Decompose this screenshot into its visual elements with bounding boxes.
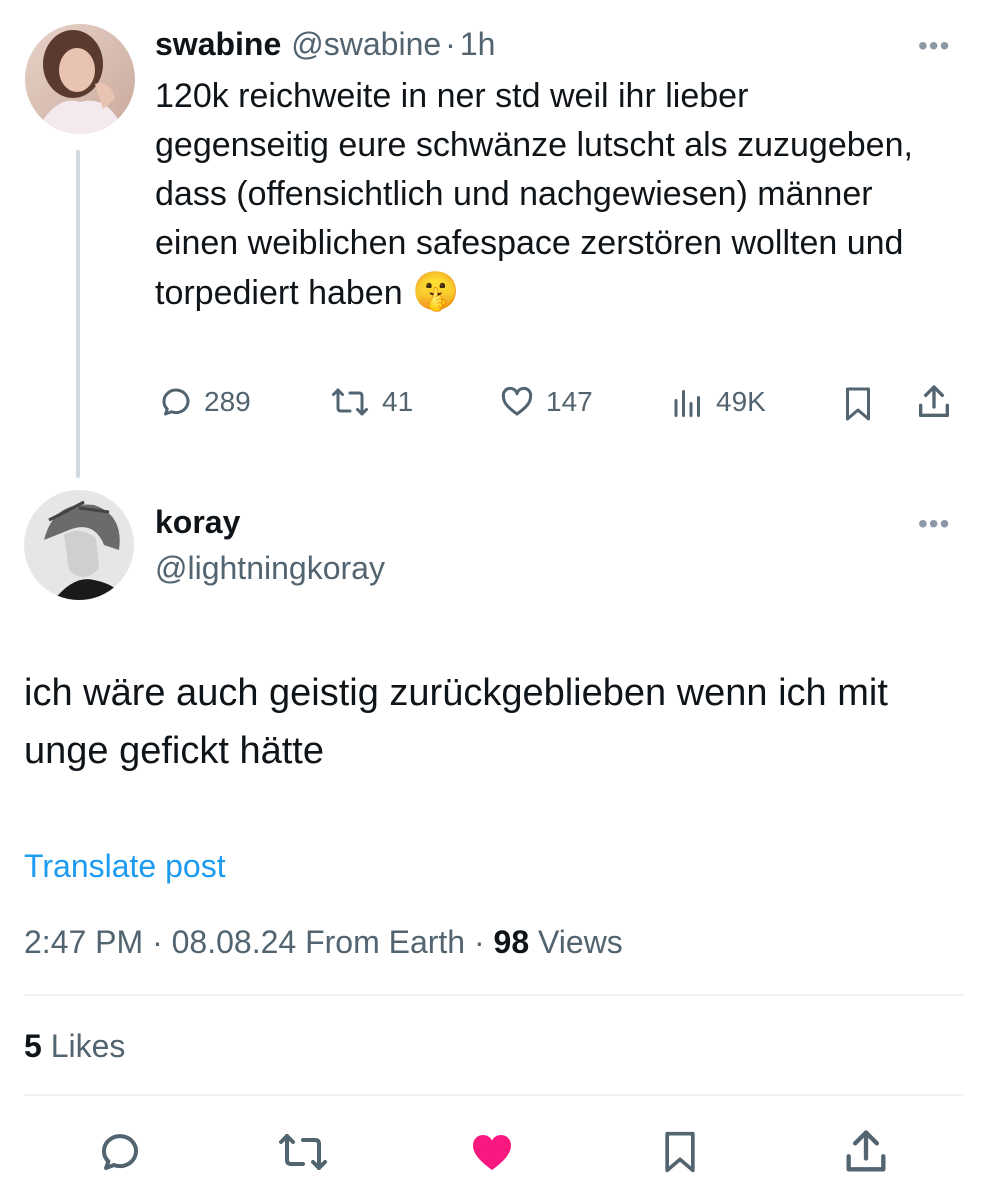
repost-count: 41 — [382, 386, 414, 417]
share-icon[interactable] — [914, 382, 954, 422]
parent-tweet-header: swabine @swabine · 1h — [155, 26, 495, 63]
reply-action[interactable]: 289 — [158, 384, 251, 420]
likes-summary[interactable]: 5 Likes — [24, 1028, 125, 1065]
meta-separator-1: · — [152, 924, 163, 960]
meta-time[interactable]: 2:47 PM — [24, 924, 143, 960]
bookmark-icon[interactable] — [840, 384, 876, 424]
parent-tweet-text: 120k reichweite in ner std weil ihr lieb… — [155, 72, 915, 318]
meta-source: From Earth — [305, 924, 466, 960]
reply-icon — [162, 388, 190, 416]
reply-author-handle[interactable]: @lightningkoray — [155, 550, 385, 587]
views-icon — [674, 390, 700, 417]
like-icon-filled[interactable] — [466, 1128, 518, 1176]
header-separator: · — [445, 26, 456, 62]
translate-post-link[interactable]: Translate post — [24, 848, 226, 885]
share-icon[interactable] — [840, 1126, 892, 1178]
thread-line — [76, 150, 80, 478]
views-count: 49K — [716, 386, 766, 417]
parent-timestamp[interactable]: 1h — [460, 26, 496, 63]
repost-icon[interactable] — [274, 1128, 332, 1176]
views-action[interactable]: 49K — [670, 384, 766, 420]
like-count: 147 — [546, 386, 593, 417]
repost-icon — [332, 388, 368, 416]
swabine-avatar[interactable] — [25, 24, 135, 134]
reply-count: 289 — [204, 386, 251, 417]
reply-icon[interactable] — [96, 1128, 144, 1176]
tweet-meta: 2:47 PM · 08.08.24 From Earth · 98 Views — [24, 924, 623, 961]
like-action[interactable]: 147 — [498, 384, 593, 420]
reply-tweet-text: ich wäre auch geistig zurückgeblieben we… — [24, 672, 888, 772]
reply-more-icon[interactable]: ••• — [918, 508, 950, 540]
parent-more-icon[interactable]: ••• — [918, 30, 950, 62]
likes-label: Likes — [50, 1028, 126, 1064]
parent-author-name[interactable]: swabine — [155, 26, 281, 63]
koray-avatar[interactable] — [24, 490, 134, 600]
bookmark-icon[interactable] — [658, 1126, 702, 1178]
meta-views-label: Views — [538, 924, 623, 960]
reply-author-name[interactable]: koray — [155, 504, 240, 541]
shushing-face-emoji: 🤫 — [412, 271, 460, 313]
likes-count: 5 — [24, 1028, 42, 1064]
parent-author-handle[interactable]: @swabine — [291, 26, 441, 63]
meta-separator-2: · — [473, 924, 485, 960]
divider-bottom — [24, 1094, 964, 1096]
meta-date[interactable]: 08.08.24 — [172, 924, 297, 960]
parent-text-body: 120k reichweite in ner std weil ihr lieb… — [155, 77, 913, 312]
like-icon — [501, 386, 533, 416]
divider-top — [24, 994, 964, 996]
repost-action[interactable]: 41 — [328, 384, 413, 420]
meta-views-count: 98 — [493, 924, 530, 960]
